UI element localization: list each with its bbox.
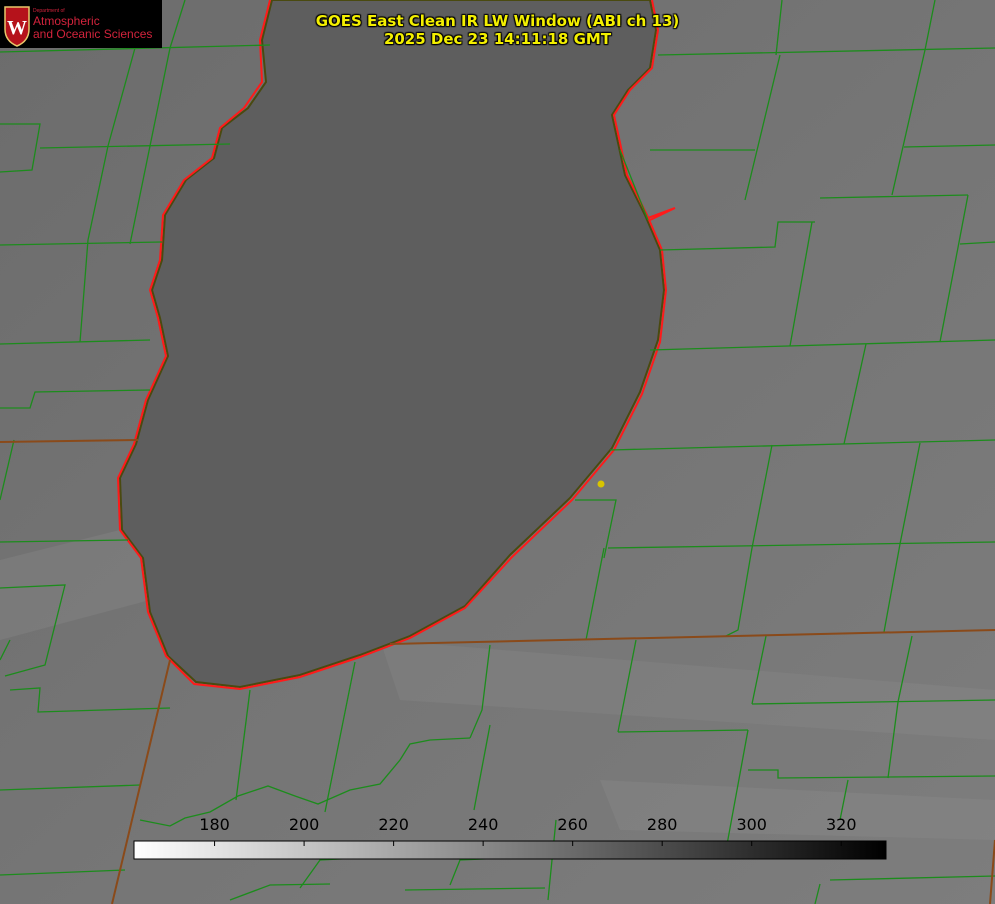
ir-satellite-image: 180 200 220 240 260 280 300 320 xyxy=(0,0,995,904)
location-marker xyxy=(597,480,605,488)
satellite-map-view: 180 200 220 240 260 280 300 320 W Department of… xyxy=(0,0,995,904)
colorbar-tick-label: 220 xyxy=(378,815,409,834)
colorbar-tick-label: 260 xyxy=(557,815,588,834)
colorbar-tick-label: 320 xyxy=(826,815,857,834)
colorbar xyxy=(133,840,887,860)
colorbar-tick-label: 180 xyxy=(199,815,230,834)
title-timestamp: 2025 Dec 23 14:11:18 GMT xyxy=(383,30,612,48)
title-product: GOES East Clean IR LW Window (ABI ch 13) xyxy=(315,12,680,30)
colorbar-tick-label: 240 xyxy=(468,815,499,834)
colorbar-tick-label: 280 xyxy=(647,815,678,834)
colorbar-tick-label: 300 xyxy=(736,815,767,834)
colorbar-tick-label: 200 xyxy=(289,815,320,834)
image-title: GOES East Clean IR LW Window (ABI ch 13)… xyxy=(0,12,995,48)
